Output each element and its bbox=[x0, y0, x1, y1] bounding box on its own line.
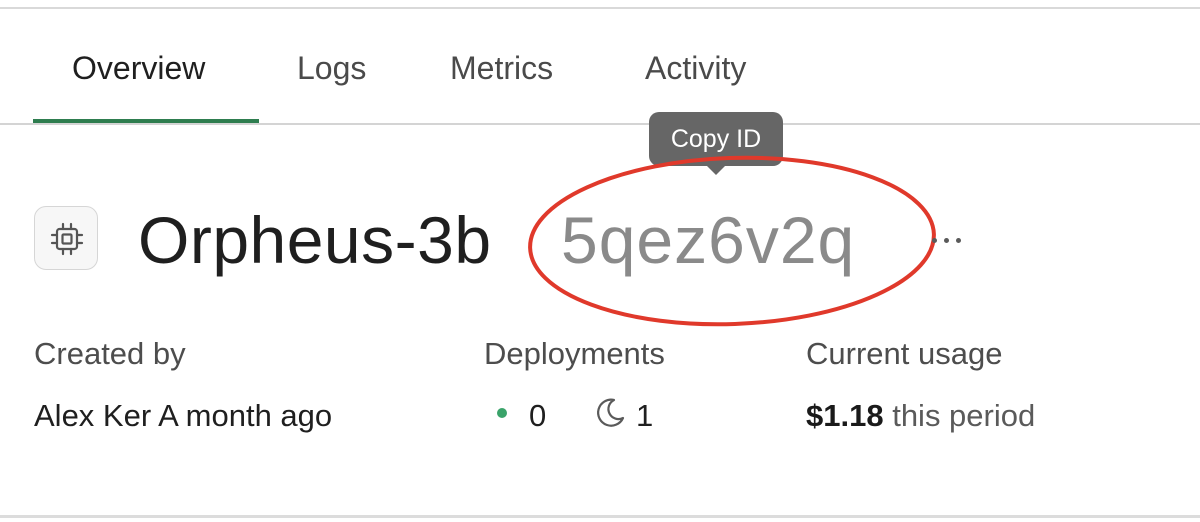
usage-amount: $1.18 bbox=[806, 398, 884, 433]
deployments-label: Deployments bbox=[484, 336, 665, 371]
created-by-user[interactable]: Alex Ker bbox=[34, 398, 151, 433]
chip-icon bbox=[34, 206, 98, 270]
more-horizontal-icon[interactable] bbox=[930, 222, 966, 258]
tab-metrics[interactable]: Metrics bbox=[450, 48, 553, 88]
deployments-sleeping-count: 1 bbox=[636, 398, 654, 433]
copy-id-tooltip: Copy ID bbox=[649, 112, 783, 175]
tab-activity[interactable]: Activity bbox=[645, 48, 746, 88]
usage-period: this period bbox=[892, 398, 1036, 433]
created-by-value: Alex Ker A month ago bbox=[34, 398, 332, 434]
bottom-border bbox=[0, 515, 1200, 518]
created-by-time: A month ago bbox=[158, 398, 333, 433]
current-usage-label: Current usage bbox=[806, 336, 1003, 371]
created-by-label: Created by bbox=[34, 336, 186, 371]
resource-id[interactable]: 5qez6v2q bbox=[561, 200, 855, 280]
green-dot-icon bbox=[497, 408, 507, 418]
tab-bar: Overview Logs Metrics Activity bbox=[0, 0, 1200, 125]
resource-name: Orpheus-3b bbox=[138, 203, 492, 277]
tab-overview[interactable]: Overview bbox=[72, 48, 205, 88]
tab-logs[interactable]: Logs bbox=[297, 48, 366, 88]
deployments-active-count: 0 bbox=[529, 398, 547, 433]
current-usage-value: $1.18 this period bbox=[806, 398, 1035, 434]
tabs-divider bbox=[0, 123, 1200, 125]
moon-icon bbox=[597, 398, 625, 427]
